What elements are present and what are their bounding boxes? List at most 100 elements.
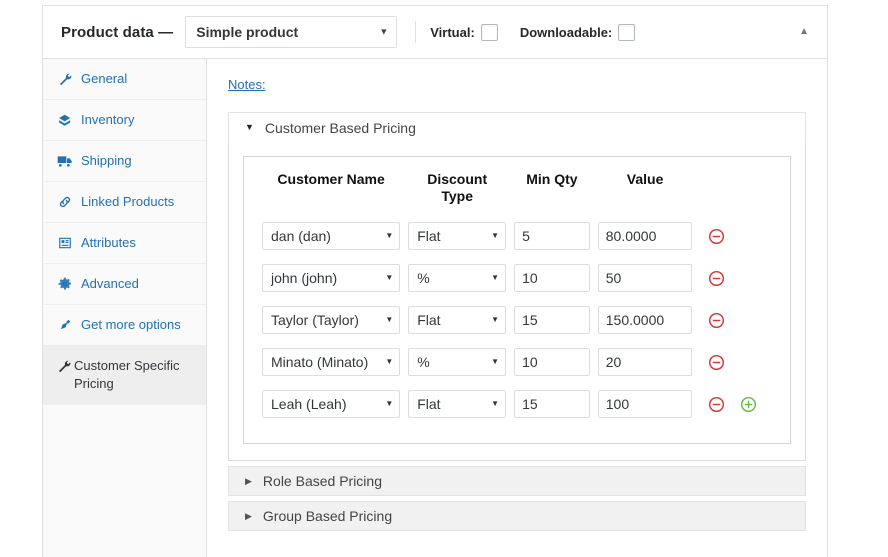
section-title: Group Based Pricing bbox=[263, 509, 392, 523]
cell-actions bbox=[696, 303, 776, 345]
cell-customer-name: Minato (Minato) ▼ bbox=[258, 345, 404, 387]
discount-type-select-wrap: Flat ▼ bbox=[408, 306, 506, 334]
customer-select[interactable]: Leah (Leah) bbox=[262, 390, 400, 418]
wrench-icon bbox=[57, 70, 73, 88]
cell-actions bbox=[696, 345, 776, 387]
min-qty-input[interactable] bbox=[514, 390, 590, 418]
virtual-checkbox[interactable] bbox=[481, 24, 498, 41]
min-qty-input[interactable] bbox=[514, 222, 590, 250]
min-qty-input[interactable] bbox=[514, 306, 590, 334]
customer-select[interactable]: dan (dan) bbox=[262, 222, 400, 250]
min-qty-input[interactable] bbox=[514, 348, 590, 376]
role-based-pricing-header[interactable]: ▶ Role Based Pricing bbox=[228, 466, 806, 496]
sidebar-item-label: Inventory bbox=[81, 111, 134, 129]
customer-based-pricing-body: Customer Name Discount Type Min Qty Valu… bbox=[228, 142, 806, 461]
minus-circle-icon[interactable] bbox=[708, 270, 725, 287]
customer-pricing-table: Customer Name Discount Type Min Qty Valu… bbox=[258, 169, 776, 429]
product-type-select-wrap: Simple product ▼ bbox=[185, 16, 397, 48]
sidebar-item-linked-products[interactable]: Linked Products bbox=[43, 182, 206, 223]
sidebar-item-label: General bbox=[81, 70, 127, 88]
customer-select[interactable]: john (john) bbox=[262, 264, 400, 292]
group-based-pricing-section: ▶ Group Based Pricing bbox=[228, 501, 806, 531]
column-header-value: Value bbox=[594, 169, 697, 219]
minus-circle-icon[interactable] bbox=[708, 312, 725, 329]
customer-select-wrap: dan (dan) ▼ bbox=[262, 222, 400, 250]
table-row: john (john) ▼ % bbox=[258, 261, 776, 303]
minus-circle-icon[interactable] bbox=[708, 354, 725, 371]
pricing-table-box: Customer Name Discount Type Min Qty Valu… bbox=[243, 156, 791, 444]
column-header-customer-name: Customer Name bbox=[258, 169, 404, 219]
virtual-checkbox-group: Virtual: bbox=[430, 24, 498, 41]
sidebar-item-get-more-options[interactable]: Get more options bbox=[43, 305, 206, 346]
page-title: Product data — bbox=[61, 24, 173, 41]
cell-discount-type: Flat ▼ bbox=[404, 303, 510, 345]
sidebar-item-label: Advanced bbox=[81, 275, 139, 293]
cell-min-qty bbox=[510, 345, 594, 387]
cell-discount-type: Flat ▼ bbox=[404, 387, 510, 429]
discount-type-select[interactable]: Flat bbox=[408, 222, 506, 250]
chevron-up-icon[interactable]: ▲ bbox=[795, 23, 813, 41]
value-input[interactable] bbox=[598, 390, 693, 418]
group-based-pricing-header[interactable]: ▶ Group Based Pricing bbox=[228, 501, 806, 531]
plus-circle-icon[interactable] bbox=[740, 396, 757, 413]
sidebar-item-label: Get more options bbox=[81, 316, 181, 334]
cell-value bbox=[594, 345, 697, 387]
customer-based-pricing-header[interactable]: ▼ Customer Based Pricing bbox=[228, 112, 806, 142]
sidebar-item-attributes[interactable]: Attributes bbox=[43, 223, 206, 264]
minus-circle-icon[interactable] bbox=[708, 396, 725, 413]
product-data-body: General Inventory Shipping Linked Produc… bbox=[43, 59, 827, 557]
discount-type-select[interactable]: % bbox=[408, 264, 506, 292]
table-header: Customer Name Discount Type Min Qty Valu… bbox=[258, 169, 776, 219]
archive-icon bbox=[57, 111, 73, 129]
discount-type-select-wrap: % ▼ bbox=[408, 348, 506, 376]
customer-select[interactable]: Minato (Minato) bbox=[262, 348, 400, 376]
customer-select-wrap: Minato (Minato) ▼ bbox=[262, 348, 400, 376]
cell-customer-name: Taylor (Taylor) ▼ bbox=[258, 303, 404, 345]
sidebar-item-shipping[interactable]: Shipping bbox=[43, 141, 206, 182]
customer-specific-pricing-panel: Notes: ▼ Customer Based Pricing Customer… bbox=[207, 59, 827, 557]
table-header-row: Customer Name Discount Type Min Qty Valu… bbox=[258, 169, 776, 219]
cell-actions bbox=[696, 387, 776, 429]
discount-type-line2: Type bbox=[441, 188, 473, 204]
sidebar-item-label: Attributes bbox=[81, 234, 136, 252]
minus-circle-icon[interactable] bbox=[708, 228, 725, 245]
table-row: Leah (Leah) ▼ Flat bbox=[258, 387, 776, 429]
sidebar-item-advanced[interactable]: Advanced bbox=[43, 264, 206, 305]
discount-type-select[interactable]: Flat bbox=[408, 390, 506, 418]
sidebar-item-general[interactable]: General bbox=[43, 59, 206, 100]
cell-value bbox=[594, 303, 697, 345]
cell-customer-name: Leah (Leah) ▼ bbox=[258, 387, 404, 429]
section-title: Customer Based Pricing bbox=[265, 121, 416, 135]
downloadable-checkbox[interactable] bbox=[618, 24, 635, 41]
link-icon bbox=[57, 193, 73, 211]
value-input[interactable] bbox=[598, 306, 693, 334]
min-qty-input[interactable] bbox=[514, 264, 590, 292]
table-row: dan (dan) ▼ Flat bbox=[258, 219, 776, 261]
discount-type-select-wrap: % ▼ bbox=[408, 264, 506, 292]
cell-min-qty bbox=[510, 261, 594, 303]
value-input[interactable] bbox=[598, 264, 693, 292]
notes-link[interactable]: Notes: bbox=[228, 77, 266, 92]
section-title: Role Based Pricing bbox=[263, 474, 382, 488]
column-header-min-qty: Min Qty bbox=[510, 169, 594, 219]
discount-type-line1: Discount bbox=[427, 171, 487, 187]
customer-select-wrap: john (john) ▼ bbox=[262, 264, 400, 292]
product-type-select[interactable]: Simple product bbox=[185, 16, 397, 48]
table-row: Minato (Minato) ▼ % bbox=[258, 345, 776, 387]
sidebar-item-inventory[interactable]: Inventory bbox=[43, 100, 206, 141]
value-input[interactable] bbox=[598, 222, 693, 250]
truck-icon bbox=[57, 152, 73, 170]
discount-type-select[interactable]: % bbox=[408, 348, 506, 376]
sidebar-item-customer-specific-pricing[interactable]: Customer Specific Pricing bbox=[43, 346, 206, 405]
discount-type-select[interactable]: Flat bbox=[408, 306, 506, 334]
downloadable-checkbox-group: Downloadable: bbox=[520, 24, 635, 41]
role-based-pricing-section: ▶ Role Based Pricing bbox=[228, 466, 806, 496]
value-input[interactable] bbox=[598, 348, 693, 376]
cell-value bbox=[594, 219, 697, 261]
customer-select[interactable]: Taylor (Taylor) bbox=[262, 306, 400, 334]
sidebar-item-label: Linked Products bbox=[81, 193, 174, 211]
product-data-tabs: General Inventory Shipping Linked Produc… bbox=[43, 59, 207, 557]
caret-right-icon: ▶ bbox=[245, 512, 252, 521]
caret-right-icon: ▶ bbox=[245, 477, 252, 486]
discount-type-select-wrap: Flat ▼ bbox=[408, 390, 506, 418]
